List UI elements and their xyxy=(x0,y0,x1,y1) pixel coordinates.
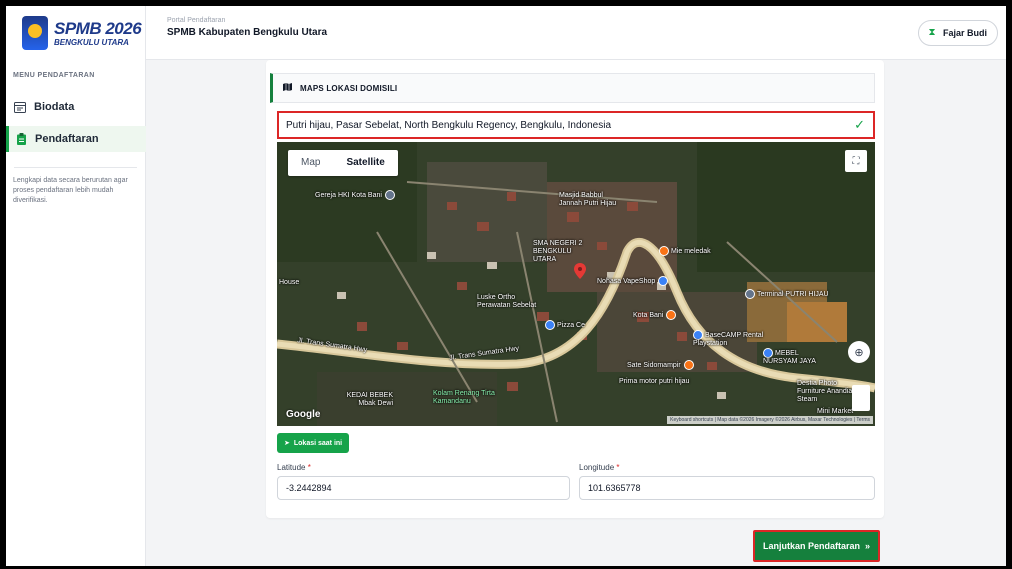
longitude-field[interactable] xyxy=(579,476,875,500)
check-icon: ✓ xyxy=(854,117,865,132)
zoom-control[interactable] xyxy=(852,385,870,411)
map-poi-label[interactable]: Kota Bani xyxy=(633,310,678,320)
poi-marker-icon xyxy=(658,276,669,286)
map-camera-control[interactable]: ⊕ xyxy=(848,341,870,363)
map-poi-label[interactable]: Mie meledak xyxy=(659,246,711,256)
poi-marker-icon xyxy=(683,360,694,370)
sidebar-heading: MENU PENDAFTARAN xyxy=(13,72,95,79)
map-poi-label[interactable]: Sate Sidomampir xyxy=(627,360,696,370)
latitude-field[interactable] xyxy=(277,476,570,500)
map-poi-label[interactable]: Mini Market xyxy=(817,408,853,415)
continue-label: Lanjutkan Pendaftaran xyxy=(762,541,860,551)
double-chevron-right-icon: » xyxy=(865,541,871,551)
tab-satellite[interactable]: Satellite xyxy=(333,150,397,176)
emblem-icon xyxy=(22,16,48,50)
section-title: MAPS LOKASI DOMISILI xyxy=(300,83,398,93)
section-header: MAPS LOKASI DOMISILI xyxy=(270,73,875,103)
poi-marker-icon xyxy=(745,289,755,299)
map-attribution[interactable]: Keyboard shortcuts | Map data ©2026 Imag… xyxy=(667,416,873,424)
hourglass-icon: ⧗ xyxy=(928,27,936,38)
poi-marker-icon xyxy=(666,310,677,320)
portal-heading: Portal Pendaftaran SPMB Kabupaten Bengku… xyxy=(167,17,327,38)
location-arrow-icon: ➤ xyxy=(284,440,290,447)
clipboard-icon xyxy=(15,133,27,145)
tab-map[interactable]: Map xyxy=(288,150,333,176)
required-marker: * xyxy=(307,463,311,472)
latitude-label: Latitude * xyxy=(277,463,311,472)
map-poi-label[interactable]: Luske Ortho Perawatan Sebelat xyxy=(477,294,545,310)
map-poi-label[interactable]: Gereja HKI Kota Bani xyxy=(315,190,397,200)
satellite-imagery xyxy=(277,142,875,426)
map-poi-label[interactable]: Pizza Ce xyxy=(545,320,585,330)
map-poi-label[interactable]: Kolam Renang Tirta Kamandanu xyxy=(433,390,499,406)
brand-text: SPMB 2026 BENGKULU UTARA xyxy=(54,18,142,47)
divider xyxy=(14,167,137,168)
map-poi-label[interactable]: SMA NEGERI 2 BENGKULU UTARA xyxy=(533,240,593,264)
map-type-toggle: Map Satellite xyxy=(288,150,398,176)
location-pin-icon[interactable] xyxy=(574,263,586,279)
map-poi-label[interactable]: BaseCAMP Rental Playstation xyxy=(693,330,773,348)
sidebar-note: Lengkapi data secara berurutan agar pros… xyxy=(13,177,128,204)
continue-registration-button[interactable]: Lanjutkan Pendaftaran » xyxy=(753,530,880,562)
poi-marker-icon xyxy=(384,190,395,200)
brand-logo[interactable]: SPMB 2026 BENGKULU UTARA xyxy=(6,6,146,60)
fullscreen-button[interactable]: ⛶ xyxy=(845,150,867,172)
map-poi-label[interactable]: Terminal PUTRI HIJAU xyxy=(745,289,829,299)
map-poi-label[interactable]: KEDAI BEBEK Mbak Dewi xyxy=(337,392,393,408)
address-value: Putri hijau, Pasar Sebelat, North Bengku… xyxy=(286,119,612,131)
sidebar-item-biodata[interactable]: Biodata xyxy=(6,94,146,120)
map-poi-label[interactable]: MEBEL NURSYAM JAYA xyxy=(763,348,833,366)
sidebar: MENU PENDAFTARAN Biodata Pendaftaran Len… xyxy=(6,60,146,566)
sidebar-item-pendaftaran[interactable]: Pendaftaran xyxy=(6,126,146,152)
user-menu-button[interactable]: ⧗ Fajar Budi xyxy=(917,20,998,46)
current-location-label: Lokasi saat ini xyxy=(293,439,343,447)
previous-card-bottom xyxy=(266,46,884,60)
map-poi-label[interactable]: House xyxy=(279,279,299,286)
poi-marker-icon xyxy=(763,348,773,358)
sidebar-item-label: Pendaftaran xyxy=(35,133,99,145)
longitude-label: Longitude * xyxy=(579,463,620,472)
id-card-icon xyxy=(14,101,26,113)
app-window: SPMB 2026 BENGKULU UTARA Portal Pendafta… xyxy=(6,6,1006,566)
portal-kicker: Portal Pendaftaran xyxy=(167,17,226,24)
required-marker: * xyxy=(616,463,620,472)
sidebar-item-label: Biodata xyxy=(34,101,75,113)
poi-marker-icon xyxy=(659,246,669,256)
user-name: Fajar Budi xyxy=(942,28,987,38)
map-icon xyxy=(283,83,292,93)
brand-subtitle: BENGKULU UTARA xyxy=(54,37,129,47)
poi-marker-icon xyxy=(693,330,703,340)
google-logo: Google xyxy=(286,409,321,420)
fullscreen-icon: ⛶ xyxy=(852,155,860,167)
brand-title: SPMB 2026 xyxy=(54,18,142,38)
poi-marker-icon xyxy=(545,320,555,330)
pan-control-icon: ⊕ xyxy=(854,346,864,359)
map-poi-label[interactable]: Nohasa VapeShop xyxy=(597,276,670,286)
page-title: SPMB Kabupaten Bengkulu Utara xyxy=(167,27,328,38)
map-view[interactable]: Gereja HKI Kota Bani Masjid Babbul Janna… xyxy=(277,142,875,426)
current-location-button[interactable]: ➤ Lokasi saat ini xyxy=(277,433,350,453)
address-input[interactable]: Putri hijau, Pasar Sebelat, North Bengku… xyxy=(277,111,875,139)
map-poi-label[interactable]: Masjid Babbul Jannah Putri Hijau xyxy=(559,192,619,208)
map-poi-label[interactable]: Prima motor putri hijau xyxy=(619,378,689,385)
